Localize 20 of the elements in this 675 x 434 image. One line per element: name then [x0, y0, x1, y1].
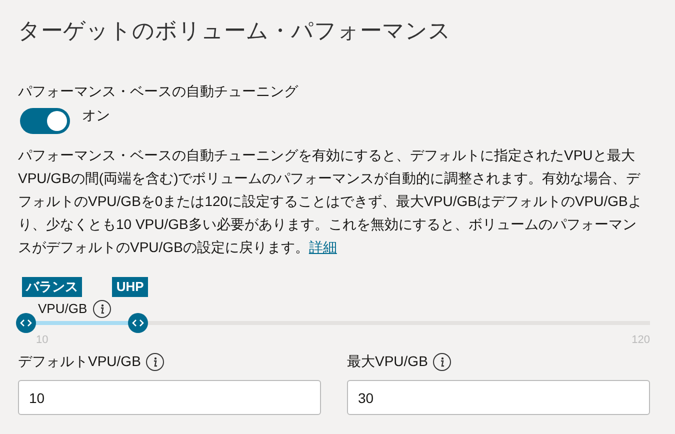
- description-text: パフォーマンス・ベースの自動チューニングを有効にすると、デフォルトに指定されたVPUと最大VPU/GBの間(両端を含む)でボリュームのパフォーマンスが自動的に調整されます。有効な場合、デフォルトのVPU/GBを0または120に設定することはできず、最大VPU/GBはデフォルトのVPU/GBより、少なくとも10 VPU/GB多い必要があります。これを無効にすると、ボリュームのパフォーマンスがデフォルトのVPU/GBの設定に戻ります。詳細: [18, 146, 643, 257]
- slider-max-label: 120: [632, 333, 650, 348]
- input-field[interactable]: 10: [18, 380, 321, 415]
- details-link[interactable]: 詳細: [308, 239, 337, 255]
- field-label: デフォルトVPU/GB: [18, 352, 141, 371]
- slider-thumb[interactable]: [16, 313, 36, 333]
- info-icon[interactable]: [432, 352, 451, 370]
- toggle-switch[interactable]: [20, 108, 70, 134]
- thumb-tag: UHP: [112, 277, 148, 297]
- toggle-label: パフォーマンス・ベースの自動チューニング: [18, 82, 300, 101]
- thumb-tag: バランス: [22, 277, 82, 297]
- slider-min-label: 10: [36, 333, 48, 348]
- input-field[interactable]: 30: [347, 380, 650, 415]
- slider-thumb[interactable]: [128, 313, 148, 333]
- info-icon[interactable]: [93, 300, 112, 318]
- slider-label: VPU/GB: [38, 300, 88, 318]
- toggle-state: オン: [82, 106, 110, 125]
- info-icon[interactable]: [146, 352, 164, 370]
- section-title: ターゲットのボリューム・パフォーマンス: [18, 17, 452, 45]
- field-label: 最大VPU/GB: [347, 352, 428, 371]
